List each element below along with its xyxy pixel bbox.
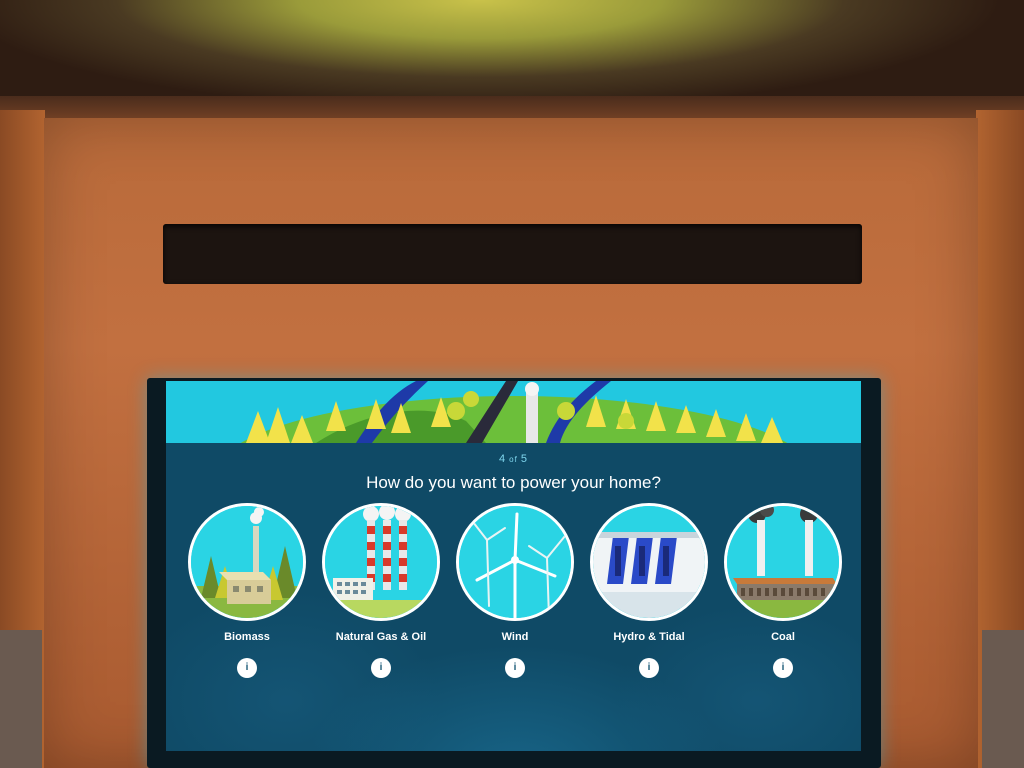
option-wind[interactable]: Wind i [452, 503, 578, 683]
option-coal[interactable]: Coal i [720, 503, 846, 683]
progress-counter: 4 of 5 [166, 453, 861, 465]
option-label-biomass: Biomass [224, 631, 270, 643]
option-label-wind: Wind [501, 631, 529, 643]
gas-oil-plant-icon[interactable] [322, 503, 440, 621]
landscape-banner [166, 381, 861, 556]
info-button-hydro-tidal[interactable]: i [639, 658, 659, 678]
option-label-coal: Coal [771, 631, 795, 643]
info-button-biomass[interactable]: i [237, 658, 257, 678]
option-biomass[interactable]: Biomass i [184, 503, 310, 683]
info-button-natural-gas-oil[interactable]: i [371, 658, 391, 678]
progress-separator: of [509, 455, 518, 464]
progress-total: 5 [520, 453, 528, 465]
wind-turbine-icon[interactable] [456, 503, 574, 621]
info-button-wind[interactable]: i [505, 658, 525, 678]
kiosk-screen: 4 of 5 How do you want to power your home? [166, 381, 861, 751]
energy-options: Biomass i Natural Gas & Oil i Wind i Hyd… [184, 503, 846, 683]
right-floor [982, 630, 1024, 768]
biomass-plant-icon[interactable] [188, 503, 306, 621]
speaker-grille [163, 224, 862, 284]
option-label-natural-gas-oil: Natural Gas & Oil [335, 631, 427, 643]
info-button-coal[interactable]: i [773, 658, 793, 678]
coal-plant-icon[interactable] [724, 503, 842, 621]
hydro-dam-icon[interactable] [590, 503, 708, 621]
question-title: How do you want to power your home? [366, 473, 661, 492]
option-label-hydro-tidal: Hydro & Tidal [613, 631, 685, 643]
kiosk-photo: 4 of 5 How do you want to power your home? [0, 0, 1024, 768]
landscape-illustration [166, 381, 861, 556]
option-hydro-tidal[interactable]: Hydro & Tidal i [586, 503, 712, 683]
option-natural-gas-oil[interactable]: Natural Gas & Oil i [318, 503, 444, 683]
progress-current: 4 [499, 453, 507, 465]
left-floor [0, 630, 42, 768]
